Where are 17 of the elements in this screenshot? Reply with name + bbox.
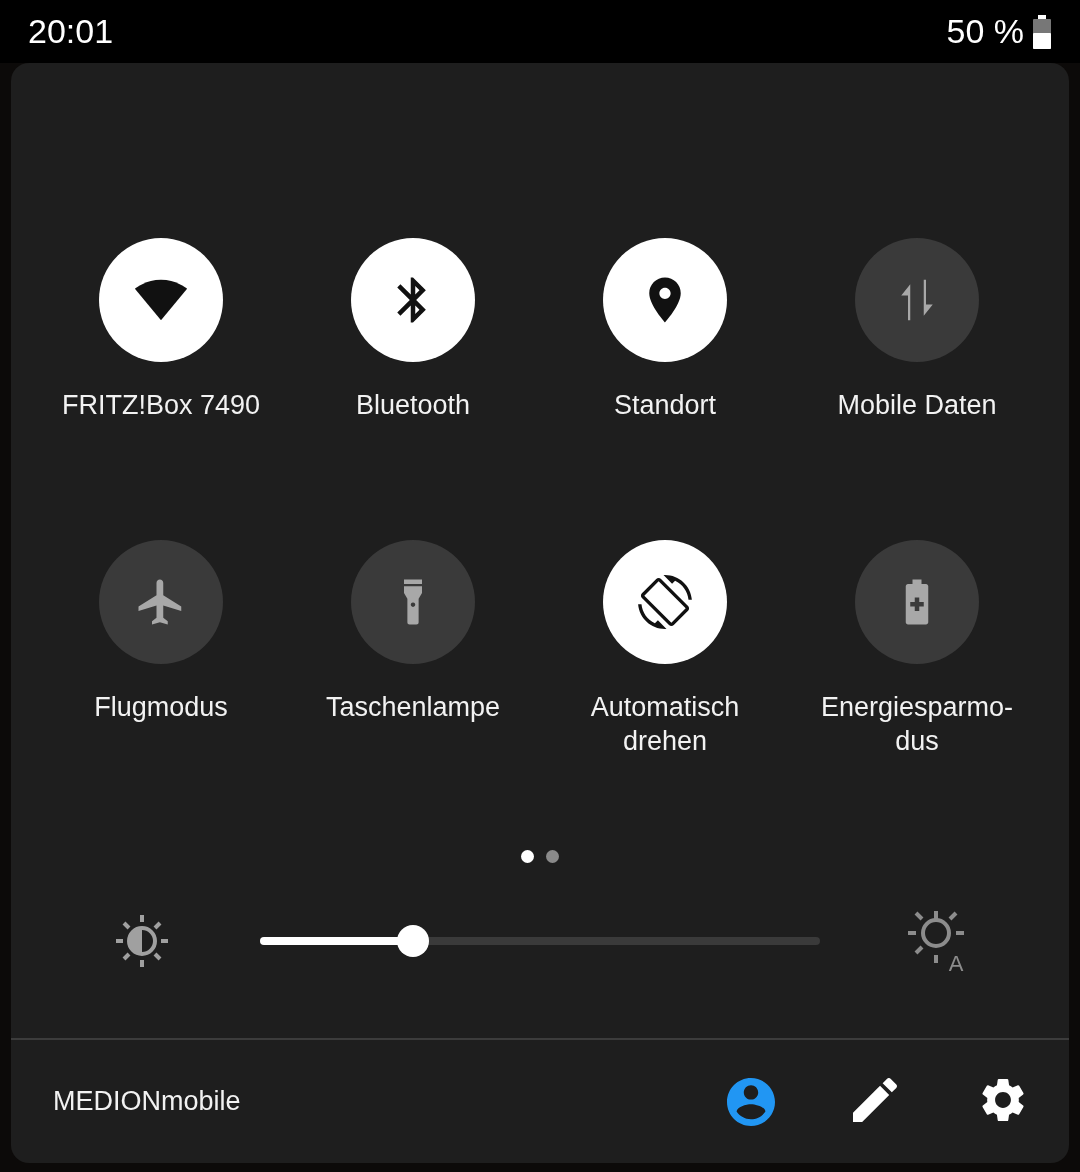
slider-thumb[interactable] xyxy=(396,925,429,957)
battery-icon xyxy=(1032,14,1052,49)
tile-label: Automatisch drehen xyxy=(590,691,740,758)
carrier-name: MEDIONmobile xyxy=(53,1085,241,1119)
tile-label: Taschenlampe xyxy=(325,691,501,724)
tile-label: Mobile Daten xyxy=(837,389,997,422)
status-time: 20:01 xyxy=(28,11,114,52)
brightness-icon xyxy=(114,913,170,969)
tile-label: Bluetooth xyxy=(355,389,471,422)
user-icon[interactable] xyxy=(727,1077,775,1126)
tile-label: Energiesparmo- dus xyxy=(820,691,1014,758)
tile-label: Flugmodus xyxy=(94,691,228,724)
brightness-slider[interactable] xyxy=(260,925,820,957)
battery-percentage: 50 % xyxy=(946,11,1024,52)
screen-rotation-icon xyxy=(638,575,692,629)
tile-label: Standort xyxy=(613,389,717,422)
tile-label: FRITZ!Box 7490 xyxy=(61,389,261,422)
